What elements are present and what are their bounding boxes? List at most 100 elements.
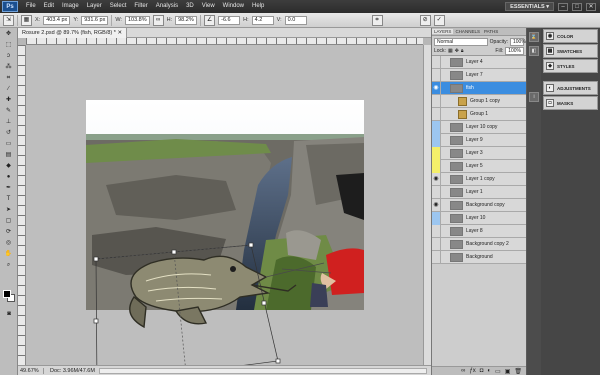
layer-row[interactable]: Layer 7 <box>432 68 526 82</box>
dodge-tool-icon[interactable]: ● <box>2 172 16 182</box>
blur-tool-icon[interactable]: ◆ <box>2 161 16 171</box>
x-field[interactable]: 403.4 px <box>43 15 71 25</box>
shape-tool-icon[interactable]: ▢ <box>2 216 16 226</box>
delete-layer-icon[interactable]: 🗑︎ <box>514 368 522 375</box>
visibility-eye-icon[interactable] <box>432 185 441 199</box>
vskew-field[interactable]: 0.0 <box>284 15 307 25</box>
menu-window[interactable]: Window <box>219 0 248 13</box>
visibility-eye-icon[interactable] <box>432 146 441 160</box>
blend-mode-select[interactable]: Normal <box>434 37 488 46</box>
visibility-eye-icon[interactable]: ◉ <box>432 81 441 95</box>
styles-panel-button[interactable]: ◆ STYLES <box>543 59 598 73</box>
gradient-tool-icon[interactable]: ▤ <box>2 150 16 160</box>
menu-image[interactable]: Image <box>58 0 83 13</box>
pen-tool-icon[interactable]: ✒ <box>2 183 16 193</box>
layer-row[interactable]: ◉ Layer 1 copy <box>432 172 526 186</box>
zoom-level[interactable]: 49.67% <box>18 367 44 374</box>
warp-mode-icon[interactable]: ⌗ <box>371 14 383 26</box>
restore-button[interactable]: □ <box>572 2 582 11</box>
history-panel-icon[interactable]: ⌛ <box>529 32 539 42</box>
layer-row[interactable]: ◉ Background copy <box>432 198 526 212</box>
layer-row[interactable]: Layer 8 <box>432 224 526 238</box>
layer-row[interactable]: Layer 10 <box>432 211 526 225</box>
cancel-transform-icon[interactable]: ⊘ <box>419 14 431 26</box>
fill-field[interactable]: 100% <box>505 47 524 55</box>
marquee-tool-icon[interactable]: ⬚ <box>2 40 16 50</box>
layer-row[interactable]: Group 1 copy <box>432 94 526 108</box>
eraser-tool-icon[interactable]: ▭ <box>2 139 16 149</box>
visibility-eye-icon[interactable] <box>432 120 441 134</box>
visibility-eye-icon[interactable] <box>432 107 441 121</box>
brush-tool-icon[interactable]: ✎ <box>2 106 16 116</box>
layer-row[interactable]: Layer 4 <box>432 55 526 69</box>
visibility-eye-icon[interactable] <box>432 94 441 108</box>
link-icon[interactable]: ∞ <box>152 14 164 26</box>
visibility-eye-icon[interactable]: ◉ <box>432 198 441 212</box>
adjustment-layer-icon[interactable]: ◐ <box>487 368 491 374</box>
lock-pixels-icon[interactable]: ▦ <box>448 48 453 54</box>
crop-tool-icon[interactable]: ⌗ <box>2 73 16 83</box>
angle-field[interactable]: -6.6 <box>218 15 241 25</box>
close-button[interactable]: ✕ <box>586 2 596 11</box>
layer-row[interactable]: Layer 1 <box>432 185 526 199</box>
adjustments-panel-button[interactable]: ◐ ADJUSTMENTS <box>543 81 598 95</box>
new-group-icon[interactable]: ▭ <box>495 368 501 375</box>
minimize-button[interactable]: – <box>558 2 568 11</box>
layer-row[interactable]: Group 1 <box>432 107 526 121</box>
visibility-eye-icon[interactable] <box>432 68 441 82</box>
add-mask-icon[interactable]: ◘ <box>480 368 484 374</box>
tab-paths[interactable]: PATHS <box>482 29 500 34</box>
horizontal-scrollbar[interactable] <box>98 367 427 374</box>
eyedropper-tool-icon[interactable]: ∕ <box>2 84 16 94</box>
clone-stamp-tool-icon[interactable]: ⊥ <box>2 117 16 127</box>
move-tool-icon[interactable]: ✥ <box>2 29 16 39</box>
workspace-switcher[interactable]: ESSENTIALS ▾ <box>505 2 554 11</box>
opacity-field[interactable]: 100% <box>510 37 526 46</box>
visibility-eye-icon[interactable] <box>432 55 441 69</box>
visibility-eye-icon[interactable] <box>432 159 441 173</box>
commit-transform-icon[interactable]: ✓ <box>433 14 445 26</box>
layer-row[interactable]: Background copy 2 <box>432 237 526 251</box>
zoom-tool-icon[interactable]: ⌕ <box>2 260 16 270</box>
menu-select[interactable]: Select <box>106 0 131 13</box>
transform-tool-icon[interactable]: ⇲ <box>3 14 14 26</box>
menu-3d[interactable]: 3D <box>182 0 198 13</box>
lasso-tool-icon[interactable]: ↄ <box>2 51 16 61</box>
y-field[interactable]: 931.6 px <box>81 15 109 25</box>
layer-row[interactable]: Layer 9 <box>432 133 526 147</box>
visibility-eye-icon[interactable] <box>432 133 441 147</box>
quick-mask-icon[interactable]: ◙ <box>2 309 16 319</box>
document-size[interactable]: Doc: 3.96M/47.6M <box>44 368 95 374</box>
info-panel-icon[interactable]: i <box>529 92 539 102</box>
foreground-color-swatch[interactable] <box>3 290 11 298</box>
canvas-area[interactable] <box>26 45 423 365</box>
fx-icon[interactable]: ƒx <box>469 368 475 374</box>
menu-analysis[interactable]: Analysis <box>152 0 182 13</box>
visibility-eye-icon[interactable] <box>432 250 441 264</box>
visibility-eye-icon[interactable] <box>432 237 441 251</box>
vertical-ruler[interactable] <box>18 45 26 365</box>
reference-point-icon[interactable]: ▦ <box>21 14 32 26</box>
color-panel-button[interactable]: ◉ COLOR <box>543 29 598 43</box>
quick-select-tool-icon[interactable]: ⁂ <box>2 62 16 72</box>
history-brush-tool-icon[interactable]: ↺ <box>2 128 16 138</box>
menu-filter[interactable]: Filter <box>130 0 151 13</box>
new-layer-icon[interactable]: ▣ <box>505 368 511 375</box>
width-field[interactable]: 103.8% <box>124 15 150 25</box>
hand-tool-icon[interactable]: ✋ <box>2 249 16 259</box>
visibility-eye-icon[interactable] <box>432 224 441 238</box>
visibility-eye-icon[interactable] <box>432 211 441 225</box>
masks-panel-button[interactable]: ◘ MASKS <box>543 96 598 110</box>
path-select-tool-icon[interactable]: ➤ <box>2 205 16 215</box>
menu-view[interactable]: View <box>198 0 219 13</box>
3d-rotate-tool-icon[interactable]: ⟳ <box>2 227 16 237</box>
type-tool-icon[interactable]: T <box>2 194 16 204</box>
layer-row[interactable]: ◉ fish <box>432 81 526 95</box>
3d-orbit-tool-icon[interactable]: ◎ <box>2 238 16 248</box>
vertical-scrollbar[interactable] <box>423 45 431 365</box>
hskew-field[interactable]: 4.2 <box>251 15 274 25</box>
layer-row[interactable]: Background <box>432 250 526 264</box>
horizontal-ruler[interactable] <box>26 38 423 45</box>
link-layers-icon[interactable]: ∞ <box>461 368 465 374</box>
layer-row[interactable]: Layer 3 <box>432 146 526 160</box>
